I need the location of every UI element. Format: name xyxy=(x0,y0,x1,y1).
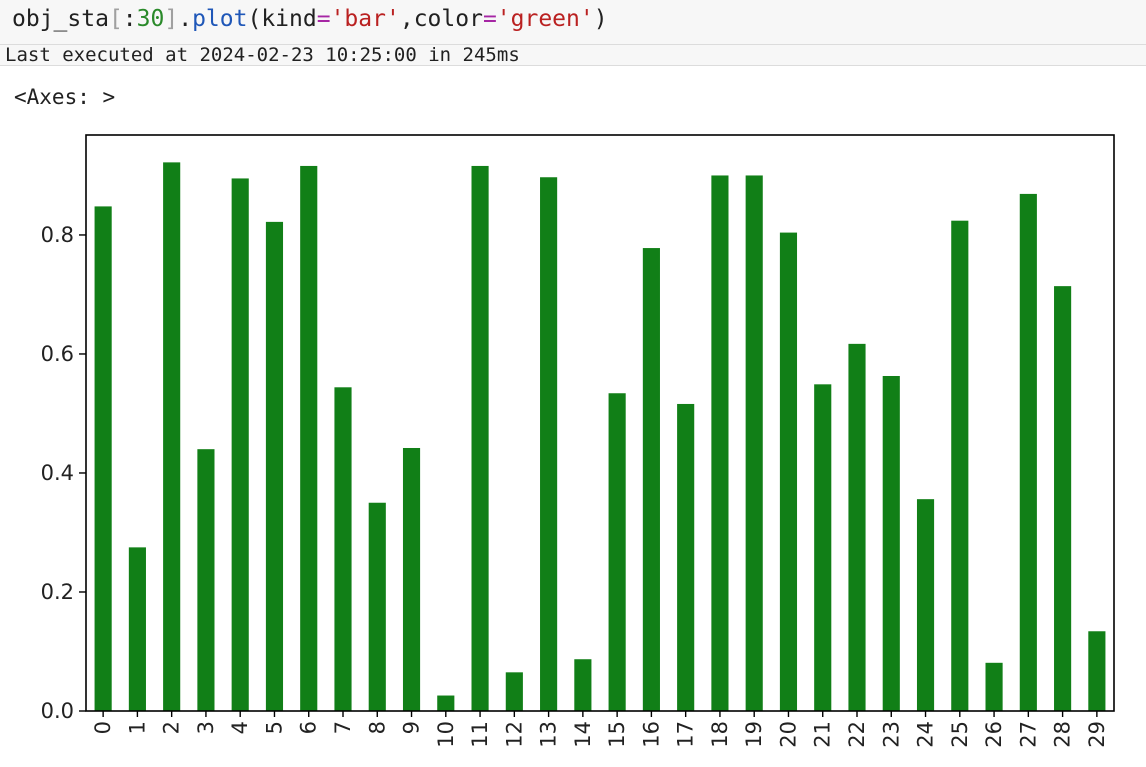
bar-19 xyxy=(745,175,763,711)
bar-22 xyxy=(848,343,866,711)
x-tick-label: 0 xyxy=(91,721,115,734)
bar-25 xyxy=(951,220,969,711)
bars-group xyxy=(94,162,1106,712)
x-tick-label: 20 xyxy=(776,721,800,748)
bar-2 xyxy=(163,162,181,712)
x-tick-label: 22 xyxy=(845,721,869,748)
x-tick-label: 26 xyxy=(982,721,1006,748)
x-tick-label: 1 xyxy=(125,721,149,734)
x-tick-label: 17 xyxy=(674,721,698,748)
bar-18 xyxy=(711,175,729,711)
bar-11 xyxy=(471,165,489,712)
x-tick-label: 6 xyxy=(297,721,321,734)
y-axis-ticks: 0.0 0.2 0.4 0.6 0.8 xyxy=(41,223,86,723)
bar-chart: 0.00.20.40.60.8 0 1 2 3 4 5 6 7 8 9 10 11 12 13 14 15 16… xyxy=(41,134,1115,748)
bar-8 xyxy=(368,502,386,711)
x-axis-ticks: 0 1 2 3 4 5 6 7 8 9 10 11 12 13 14 15 16 17 18 19 20 21 22 23 24… xyxy=(91,711,1109,748)
bar-0 xyxy=(94,206,112,711)
x-tick-label: 13 xyxy=(537,721,561,748)
bar-15 xyxy=(608,393,626,711)
x-tick-label: 5 xyxy=(262,721,286,734)
x-tick-label: 15 xyxy=(605,721,629,748)
y-tick-label: 0.8 xyxy=(41,223,74,247)
x-tick-label: 23 xyxy=(879,721,903,748)
x-tick-label: 12 xyxy=(502,721,526,748)
bar-13 xyxy=(540,177,558,712)
x-tick-label: 14 xyxy=(571,721,595,748)
bar-4 xyxy=(231,178,249,712)
bar-10 xyxy=(437,695,455,711)
x-tick-label: 21 xyxy=(811,721,835,748)
bar-14 xyxy=(574,659,592,711)
bar-26 xyxy=(985,662,1003,711)
x-tick-label: 3 xyxy=(194,721,218,734)
bar-21 xyxy=(814,384,832,711)
y-tick-label: 0.6 xyxy=(41,342,74,366)
bar-5 xyxy=(265,221,284,711)
x-tick-label: 29 xyxy=(1085,721,1109,748)
x-tick-label: 16 xyxy=(639,721,663,748)
x-tick-label: 18 xyxy=(708,721,732,748)
x-tick-label: 19 xyxy=(742,721,766,748)
bar-1 xyxy=(128,547,146,711)
bar-27 xyxy=(1019,193,1037,712)
bar-16 xyxy=(642,248,660,711)
bar-12 xyxy=(505,672,523,711)
bar-28 xyxy=(1054,286,1072,711)
bar-9 xyxy=(402,447,421,711)
x-tick-label: 8 xyxy=(365,721,389,734)
x-tick-label: 28 xyxy=(1051,721,1075,748)
bar-3 xyxy=(197,449,215,711)
x-tick-label: 10 xyxy=(434,721,458,748)
y-tick-label: 0.0 xyxy=(41,699,74,723)
bar-20 xyxy=(779,232,798,711)
x-tick-label: 7 xyxy=(331,721,355,734)
bar-24 xyxy=(916,499,935,711)
x-tick-label: 2 xyxy=(160,721,184,734)
bar-23 xyxy=(882,375,900,711)
bar-17 xyxy=(677,403,695,711)
y-tick-label: 0.4 xyxy=(41,461,74,485)
x-tick-label: 11 xyxy=(468,721,492,748)
bar-6 xyxy=(300,165,318,712)
x-tick-label: 27 xyxy=(1016,721,1040,748)
x-tick-label: 25 xyxy=(948,721,972,748)
y-tick-label: 0.2 xyxy=(41,580,74,604)
bar-7 xyxy=(334,387,352,711)
x-tick-label: 9 xyxy=(400,721,424,734)
x-tick-label: 24 xyxy=(914,721,938,748)
bar-29 xyxy=(1088,631,1106,711)
x-tick-label: 4 xyxy=(228,721,252,734)
